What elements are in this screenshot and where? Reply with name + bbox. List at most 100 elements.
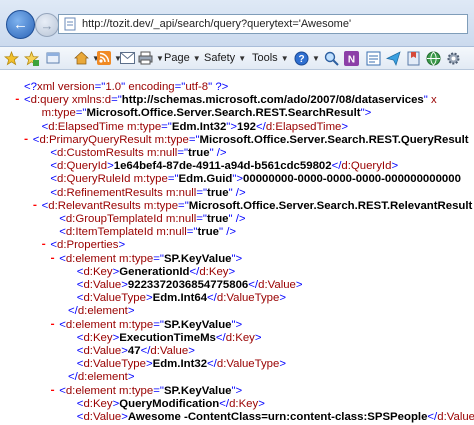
xml-token: >	[127, 305, 135, 318]
xml-token: <	[24, 94, 31, 107]
collapse-toggle[interactable]: -	[49, 384, 56, 399]
xml-token: " />	[228, 213, 246, 225]
translate-icon	[426, 51, 441, 66]
address-bar[interactable]: http://tozit.dev/_api/search/query?query…	[58, 14, 468, 34]
help-icon: ?	[294, 51, 309, 65]
collapse-toggle[interactable]: -	[32, 199, 39, 214]
page-tab-icon[interactable]	[46, 50, 60, 66]
add-favorites-button[interactable]	[24, 50, 39, 66]
xml-token: " />	[209, 147, 227, 159]
collapse-toggle[interactable]: -	[14, 93, 21, 108]
xml-token: >	[279, 292, 286, 305]
chevron-down-icon: ▼	[238, 53, 247, 63]
xml-token: xmlns:d	[71, 94, 112, 107]
xml-token: true	[188, 147, 210, 159]
collapse-toggle[interactable]: -	[49, 318, 56, 333]
xml-token: </	[68, 371, 78, 384]
xml-token: SP.KeyValue	[163, 384, 232, 397]
back-arrow-icon: ←	[13, 16, 28, 33]
xml-token: d:QueryId	[341, 160, 392, 173]
xml-token: ">	[231, 252, 243, 265]
collapse-toggle[interactable]: -	[23, 133, 30, 148]
print-button[interactable]: ▼	[138, 50, 164, 66]
xml-token: ExecutionTimeMs	[119, 331, 216, 344]
xml-token: d:Key	[83, 397, 113, 410]
blog-button[interactable]	[366, 50, 381, 66]
mail-button[interactable]	[120, 50, 135, 66]
forward-button[interactable]: →	[35, 13, 59, 37]
send-button[interactable]	[386, 50, 401, 66]
feeds-button[interactable]: ▼	[97, 50, 122, 66]
xml-token: d:Value	[83, 279, 122, 291]
xml-token: </	[68, 305, 78, 318]
xml-token: d:element	[65, 384, 120, 397]
collapse-toggle[interactable]: -	[49, 252, 56, 267]
xml-token: 1.0	[105, 81, 122, 93]
xml-token: Microsoft.Office.Server.Search.REST.Quer…	[199, 133, 469, 146]
xml-token: d:element	[77, 305, 128, 318]
page-menu[interactable]: Page ▼	[164, 50, 201, 66]
xml-token: 192	[237, 120, 257, 133]
xml-token: </	[215, 331, 226, 344]
xml-token: >	[254, 331, 262, 344]
gear-icon	[447, 52, 460, 64]
xml-token: m:type	[119, 384, 154, 397]
xml-token: 00000000-0000-0000-0000-000000000000	[243, 173, 461, 186]
xml-token: m:type	[154, 133, 189, 146]
xml-token: xml version	[37, 81, 95, 93]
xml-token: >	[121, 411, 128, 423]
xml-token: </	[256, 120, 266, 133]
xml-token: ="	[111, 94, 122, 107]
xml-token: ="	[153, 252, 164, 265]
printer-icon	[138, 51, 153, 65]
xml-token: Edm.Int64	[152, 292, 208, 305]
translate-button[interactable]	[426, 50, 441, 66]
xml-token: <	[59, 213, 66, 225]
xml-token: d:RefinementResults	[57, 186, 166, 199]
research-icon	[324, 51, 339, 66]
xml-token: >	[107, 160, 114, 173]
xml-token: m:type	[119, 252, 154, 265]
blog-icon	[366, 51, 381, 65]
favorites-star-button[interactable]	[4, 50, 19, 66]
xml-token: </	[207, 292, 217, 305]
xml-token: >	[188, 345, 195, 357]
xml-token: m:type	[119, 318, 154, 331]
xml-token: >	[228, 265, 236, 278]
xml-token: ="	[196, 186, 208, 199]
collapse-toggle[interactable]: -	[40, 238, 47, 253]
xml-token: >	[121, 345, 128, 357]
xml-token: Awesome -ContentClass=urn:content-class:…	[127, 411, 428, 423]
xml-token: d:ValueType	[83, 358, 146, 371]
xml-token: ="	[174, 81, 186, 93]
extra-tool-button[interactable]	[446, 50, 461, 66]
xml-token: d:Value	[150, 345, 189, 357]
help-menu[interactable]: ? ▼	[294, 50, 320, 66]
favorites-toolbar-button[interactable]	[406, 50, 421, 66]
send-icon	[386, 50, 401, 66]
forward-arrow-icon: →	[40, 17, 54, 33]
bookmark-icon	[407, 51, 420, 65]
page-menu-label: Page	[164, 52, 190, 64]
onenote-button[interactable]: N	[344, 50, 359, 66]
xml-token: Microsoft.Office.Server.Search.REST.Rele…	[188, 199, 473, 212]
xml-token: </	[248, 279, 259, 291]
safety-menu[interactable]: Safety ▼	[204, 50, 246, 66]
research-button[interactable]	[324, 50, 339, 66]
tools-menu[interactable]: Tools ▼	[252, 50, 289, 66]
xml-token: <?	[24, 81, 37, 93]
xml-token: ="	[188, 133, 200, 146]
xml-token: ">	[232, 173, 244, 186]
xml-token: >	[295, 279, 303, 291]
xml-token: m:null	[156, 226, 187, 239]
back-button[interactable]: ←	[6, 10, 35, 39]
xml-token: >	[145, 292, 153, 305]
xml-token: d:CustomResults	[57, 147, 147, 159]
xml-token: d:ValueType	[83, 292, 146, 305]
xml-token: >	[279, 358, 286, 371]
xml-token: ="	[94, 81, 106, 93]
chevron-down-icon: ▼	[192, 53, 201, 63]
feed-icon	[97, 51, 111, 65]
xml-token: ="	[186, 226, 198, 239]
onenote-icon: N	[344, 50, 359, 66]
